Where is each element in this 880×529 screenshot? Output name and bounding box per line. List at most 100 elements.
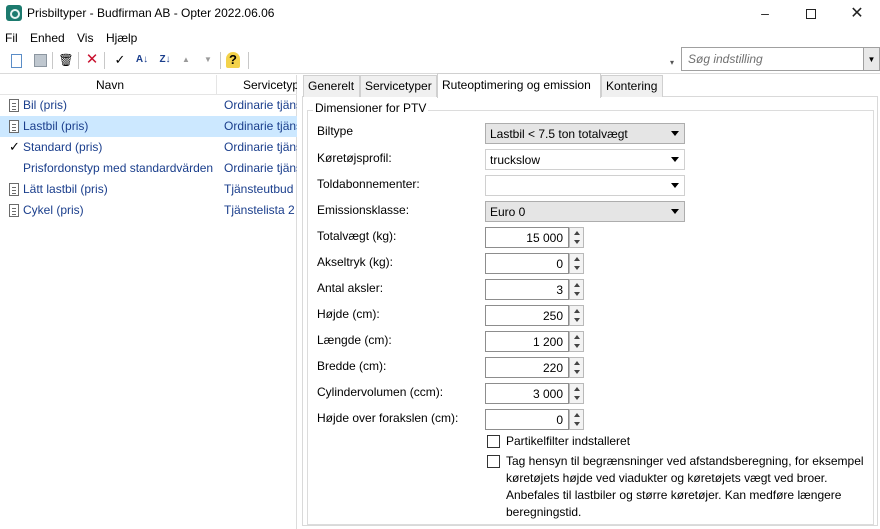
menu-enhed[interactable]: Enhed bbox=[30, 31, 65, 45]
window-title: Prisbiltyper - Budfirman AB - Opter 2022… bbox=[27, 6, 275, 20]
front-axle-height-spinner[interactable] bbox=[569, 409, 584, 430]
width-spinner[interactable] bbox=[569, 357, 584, 378]
list-item-type: Ordinarie tjänster bbox=[224, 98, 297, 112]
tab-ruteoptimering[interactable]: Ruteoptimering og emission bbox=[437, 73, 601, 98]
search-box[interactable] bbox=[681, 47, 864, 71]
save-icon[interactable] bbox=[30, 50, 50, 70]
length-label: Længde (cm): bbox=[317, 333, 392, 347]
document-icon bbox=[9, 204, 19, 217]
height-spinner[interactable] bbox=[569, 305, 584, 326]
axle-count-label: Antal aksler: bbox=[317, 281, 384, 295]
toolbar-separator bbox=[220, 52, 221, 69]
document-icon bbox=[9, 99, 19, 112]
column-divider[interactable] bbox=[216, 75, 217, 95]
search-input[interactable] bbox=[686, 49, 856, 69]
title-bar: Prisbiltyper - Budfirman AB - Opter 2022… bbox=[0, 0, 880, 27]
list-item[interactable]: Bil (pris) Ordinarie tjänster bbox=[0, 95, 297, 116]
list-item-type: Tjänstelista 2 bbox=[224, 203, 295, 217]
group-title: Dimensioner for PTV bbox=[313, 101, 429, 115]
cylinder-volume-label: Cylindervolumen (ccm): bbox=[317, 385, 444, 399]
menu-vis[interactable]: Vis bbox=[77, 31, 93, 45]
emission-class-value: Euro 0 bbox=[490, 205, 526, 219]
list-item-name: Lätt lastbil (pris) bbox=[23, 182, 108, 196]
list-item-type: Tjänsteutbud bbox=[224, 182, 294, 196]
minimize-button[interactable]: – bbox=[742, 0, 788, 27]
column-header-navn[interactable]: Navn bbox=[96, 78, 124, 92]
width-input[interactable]: 220 bbox=[485, 357, 569, 378]
front-axle-height-label: Højde over forakslen (cm): bbox=[317, 411, 459, 425]
list-item-name: Lastbil (pris) bbox=[23, 119, 89, 133]
particle-filter-label: Partikelfilter indstalleret bbox=[506, 434, 631, 448]
length-spinner[interactable] bbox=[569, 331, 584, 352]
vehicle-profile-value: truckslow bbox=[490, 153, 541, 167]
total-weight-label: Totalvægt (kg): bbox=[317, 229, 397, 243]
width-label: Bredde (cm): bbox=[317, 359, 387, 373]
list-item-name: Cykel (pris) bbox=[23, 203, 84, 217]
vehicle-profile-select[interactable]: truckslow bbox=[485, 149, 685, 170]
sort-az-icon[interactable]: A↓ bbox=[132, 50, 152, 70]
length-value: 1 200 bbox=[532, 335, 563, 349]
biltype-label: Biltype bbox=[317, 124, 354, 138]
front-axle-height-value: 0 bbox=[556, 413, 563, 427]
axle-load-input[interactable]: 0 bbox=[485, 253, 569, 274]
list-item-type: Ordinarie tjänster bbox=[224, 119, 297, 133]
menu-fil[interactable]: Fil bbox=[5, 31, 18, 45]
toll-subscriptions-label: Toldabonnementer: bbox=[317, 177, 420, 191]
list-item[interactable]: ✓ Standard (pris) Ordinarie tjänster bbox=[0, 137, 297, 158]
cylinder-volume-input[interactable]: 3 000 bbox=[485, 383, 569, 404]
column-header-servicetype[interactable]: Servicetyp bbox=[243, 78, 297, 92]
delete-icon[interactable]: 🗑 bbox=[56, 50, 76, 70]
biltype-select[interactable]: Lastbil < 7.5 ton totalvægt bbox=[485, 123, 685, 144]
list-item[interactable]: Lätt lastbil (pris) Tjänsteutbud bbox=[0, 179, 297, 200]
list-item-selected[interactable]: Lastbil (pris) Ordinarie tjänster bbox=[0, 116, 297, 137]
axle-load-label: Akseltryk (kg): bbox=[317, 255, 394, 269]
restrictions-checkbox[interactable] bbox=[487, 455, 500, 468]
list-item-name: Prisfordonstyp med standardvärden bbox=[23, 161, 214, 175]
axle-load-value: 0 bbox=[556, 257, 563, 271]
length-input[interactable]: 1 200 bbox=[485, 331, 569, 352]
axle-count-spinner[interactable] bbox=[569, 279, 584, 300]
front-axle-height-input[interactable]: 0 bbox=[485, 409, 569, 430]
biltype-value: Lastbil < 7.5 ton totalvægt bbox=[490, 127, 628, 141]
menu-bar: Fil Enhed Vis Hjælp bbox=[0, 28, 880, 47]
sort-za-icon[interactable]: Z↓ bbox=[155, 50, 175, 70]
search-dropdown-button[interactable]: ▼ bbox=[864, 47, 880, 71]
app-logo-icon bbox=[6, 5, 22, 21]
move-up-icon[interactable]: ▲ bbox=[176, 50, 196, 70]
total-weight-value: 15 000 bbox=[526, 231, 563, 245]
axle-count-input[interactable]: 3 bbox=[485, 279, 569, 300]
chevron-down-icon bbox=[671, 209, 679, 214]
height-input[interactable]: 250 bbox=[485, 305, 569, 326]
particle-filter-checkbox[interactable] bbox=[487, 435, 500, 448]
total-weight-input[interactable]: 15 000 bbox=[485, 227, 569, 248]
close-button[interactable]: ✕ bbox=[834, 0, 880, 27]
list-item[interactable]: Cykel (pris) Tjänstelista 2 bbox=[0, 200, 297, 221]
total-weight-spinner[interactable] bbox=[569, 227, 584, 248]
cancel-icon[interactable]: ✕ bbox=[82, 50, 102, 70]
list-item[interactable]: Prisfordonstyp med standardvärden Ordina… bbox=[0, 158, 297, 179]
emission-class-label: Emissionsklasse: bbox=[317, 203, 410, 217]
maximize-button[interactable] bbox=[788, 0, 834, 27]
document-icon bbox=[9, 183, 19, 196]
move-down-icon[interactable]: ▼ bbox=[198, 50, 218, 70]
tab-kontering[interactable]: Kontering bbox=[601, 75, 663, 97]
help-icon[interactable]: ? bbox=[226, 52, 240, 68]
tab-generelt[interactable]: Generelt bbox=[303, 75, 360, 97]
chevron-down-icon bbox=[671, 183, 679, 188]
document-icon bbox=[9, 120, 19, 133]
toolbar-separator bbox=[52, 52, 53, 69]
cylinder-volume-spinner[interactable] bbox=[569, 383, 584, 404]
check-icon[interactable]: ✓ bbox=[110, 50, 130, 70]
tab-servicetyper[interactable]: Servicetyper bbox=[360, 75, 437, 97]
chevron-down-icon bbox=[671, 131, 679, 136]
emission-class-select[interactable]: Euro 0 bbox=[485, 201, 685, 222]
axle-load-spinner[interactable] bbox=[569, 253, 584, 274]
list-header: Navn Servicetyp bbox=[0, 75, 297, 95]
search-options-icon[interactable]: ▾ bbox=[670, 58, 674, 67]
price-vehicle-type-list: Navn Servicetyp Bil (pris) Ordinarie tjä… bbox=[0, 75, 297, 529]
list-item-name: Bil (pris) bbox=[23, 98, 67, 112]
menu-hjaelp[interactable]: Hjælp bbox=[106, 31, 137, 45]
new-document-icon[interactable] bbox=[6, 50, 26, 70]
axle-count-value: 3 bbox=[556, 283, 563, 297]
toll-subscriptions-select[interactable] bbox=[485, 175, 685, 196]
